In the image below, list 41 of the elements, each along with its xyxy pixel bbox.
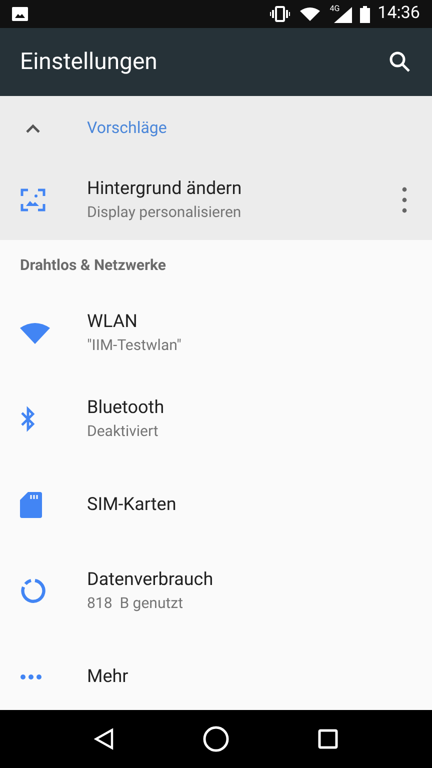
category-header: Drahtlos & Netzwerke (20, 254, 166, 276)
overflow-menu-button[interactable] (400, 187, 408, 213)
recents-icon (318, 729, 338, 749)
item-title: Mehr (87, 665, 130, 689)
item-subtitle: Deaktiviert (87, 421, 160, 442)
overflow-icon (402, 187, 406, 213)
suggestions-title: Vorschläge (87, 117, 167, 139)
home-icon (202, 726, 229, 752)
settings-item[interactable]: Mehr (0, 634, 432, 710)
toolbar-title: Einstellungen (20, 46, 158, 77)
item-title: Datenverbrauch (87, 568, 214, 592)
image-notification-icon (12, 7, 28, 21)
settings-item[interactable]: Datenverbrauch 818 B genutzt (0, 548, 432, 634)
item-title: WLAN (87, 310, 138, 334)
item-title: Bluetooth (87, 396, 166, 420)
wifi-icon (300, 7, 320, 21)
network-type: 4G (330, 5, 340, 13)
more-icon (20, 674, 42, 680)
data-usage-icon (20, 578, 46, 604)
item-subtitle: Display personalisieren (87, 202, 242, 223)
clock: 14:36 (378, 2, 420, 26)
item-subtitle: "IIM-Testwlan" (87, 335, 182, 356)
item-title: SIM-Karten (87, 493, 178, 517)
recents-button[interactable] (318, 729, 338, 749)
back-button[interactable] (94, 728, 114, 750)
wallpaper-icon (20, 188, 46, 212)
settings-item[interactable]: Bluetooth Deaktiviert (0, 376, 432, 462)
settings-item[interactable]: Hintergrund ändern Display personalisieren (0, 160, 432, 240)
home-button[interactable] (202, 726, 229, 752)
item-title: Hintergrund ändern (87, 177, 243, 201)
search-button[interactable] (388, 50, 412, 74)
settings-item[interactable]: SIM-Karten (0, 462, 432, 548)
wifi-icon (20, 322, 50, 344)
bluetooth-icon (20, 406, 36, 432)
back-icon (94, 728, 114, 750)
settings-item[interactable]: WLAN "IIM-Testwlan" (0, 290, 432, 376)
item-subtitle: 818 B genutzt (87, 593, 184, 614)
search-icon (389, 51, 411, 73)
battery-icon (360, 6, 370, 22)
sim-card-icon (20, 492, 42, 518)
vibrate-icon (270, 6, 290, 22)
